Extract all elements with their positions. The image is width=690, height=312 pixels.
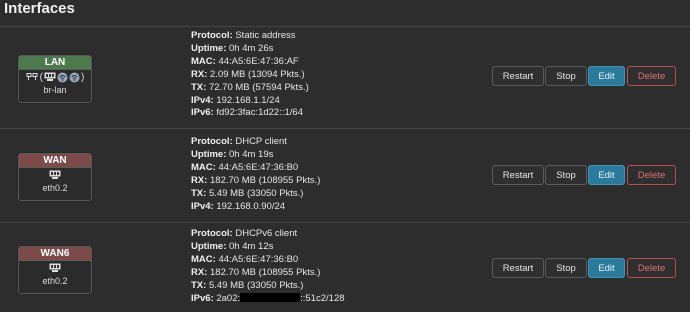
interface-name: LAN bbox=[19, 56, 91, 70]
ipv4-label: IPv4: bbox=[191, 200, 214, 212]
stop-button[interactable]: Stop bbox=[545, 258, 587, 278]
mac-value: 44:A5:6E:47:36:B0 bbox=[218, 161, 299, 173]
mac-value: 44:A5:6E:47:36:AF bbox=[218, 55, 299, 67]
tx-value: 72.70 MB (57594 Pkts.) bbox=[208, 81, 309, 93]
interface-name: WAN bbox=[19, 154, 91, 168]
port-icon bbox=[49, 263, 61, 275]
ipv6-label: IPv6: bbox=[191, 107, 214, 119]
mac-label: MAC: bbox=[191, 55, 216, 67]
tx-value: 5.49 MB (33050 Pkts.) bbox=[208, 187, 304, 199]
rx-label: RX: bbox=[191, 174, 208, 186]
uptime-label: Uptime: bbox=[191, 42, 227, 54]
interface-status-wan6: Protocol: DHCPv6 client Uptime: 0h 4m 12… bbox=[191, 228, 345, 305]
port-icon bbox=[44, 72, 56, 84]
protocol-value: DHCP client bbox=[235, 136, 287, 147]
delete-button[interactable]: Delete bbox=[627, 165, 676, 185]
rx-value: 2.09 MB (13094 Pkts.) bbox=[210, 68, 305, 80]
mac-label: MAC: bbox=[191, 161, 216, 173]
restart-button[interactable]: Restart bbox=[492, 165, 544, 185]
protocol-label: Protocol: bbox=[191, 30, 233, 41]
interface-device: eth0.2 bbox=[42, 276, 68, 286]
interface-name: WAN6 bbox=[19, 247, 91, 261]
mac-value: 44:A5:6E:47:36:B0 bbox=[218, 253, 299, 265]
uptime-value: 0h 4m 19s bbox=[229, 148, 274, 160]
uptime-label: Uptime: bbox=[191, 240, 227, 252]
ipv4-label: IPv4: bbox=[191, 94, 214, 106]
tx-value: 5.49 MB (33050 Pkts.) bbox=[208, 279, 304, 291]
rx-label: RX: bbox=[191, 68, 208, 80]
tx-label: TX: bbox=[191, 187, 207, 199]
rx-value: 182.70 MB (108955 Pkts.) bbox=[210, 174, 321, 186]
wifi-icon bbox=[69, 72, 80, 85]
stop-button[interactable]: Stop bbox=[545, 66, 587, 86]
row-divider bbox=[0, 222, 690, 223]
uptime-value: 0h 4m 12s bbox=[229, 240, 274, 252]
ipv4-value: 192.168.1.1/24 bbox=[216, 94, 280, 106]
edit-button[interactable]: Edit bbox=[588, 165, 625, 185]
interface-badge-lan[interactable]: LAN ( ) br-lan bbox=[18, 55, 92, 103]
uptime-value: 0h 4m 26s bbox=[229, 42, 274, 54]
page-title: Interfaces bbox=[4, 0, 75, 17]
restart-button[interactable]: Restart bbox=[492, 258, 544, 278]
row-divider bbox=[0, 26, 690, 27]
tx-label: TX: bbox=[191, 279, 207, 291]
uptime-label: Uptime: bbox=[191, 148, 227, 160]
interface-badge-wan6[interactable]: WAN6 eth0.2 bbox=[18, 246, 92, 294]
mac-label: MAC: bbox=[191, 253, 216, 265]
interface-status-lan: Protocol: Static address Uptime: 0h 4m 2… bbox=[191, 30, 309, 120]
delete-button[interactable]: Delete bbox=[627, 258, 676, 278]
row-divider bbox=[0, 128, 690, 129]
wifi-icon bbox=[57, 72, 68, 85]
protocol-label: Protocol: bbox=[191, 228, 233, 239]
interface-device: eth0.2 bbox=[42, 183, 68, 193]
delete-button[interactable]: Delete bbox=[627, 66, 676, 86]
tx-label: TX: bbox=[191, 81, 207, 93]
rx-value: 182.70 MB (108955 Pkts.) bbox=[210, 266, 321, 278]
ipv6-value-prefix: 2a02: bbox=[216, 292, 241, 304]
rx-label: RX: bbox=[191, 266, 208, 278]
interface-device: br-lan bbox=[43, 85, 67, 95]
restart-button[interactable]: Restart bbox=[492, 66, 544, 86]
ipv6-label: IPv6: bbox=[191, 292, 214, 304]
protocol-label: Protocol: bbox=[191, 136, 233, 147]
interface-status-wan: Protocol: DHCP client Uptime: 0h 4m 19s … bbox=[191, 136, 320, 213]
bridge-icon bbox=[26, 72, 39, 84]
edit-button[interactable]: Edit bbox=[588, 66, 625, 86]
interface-badge-wan[interactable]: WAN eth0.2 bbox=[18, 153, 92, 201]
protocol-value: DHCPv6 client bbox=[235, 228, 298, 239]
redaction-bar bbox=[240, 292, 301, 302]
stop-button[interactable]: Stop bbox=[545, 165, 587, 185]
ipv6-value-suffix: ::51c2/128 bbox=[300, 292, 345, 304]
edit-button[interactable]: Edit bbox=[588, 258, 625, 278]
port-icon bbox=[49, 170, 61, 182]
ipv6-value: fd92:3fac:1d22::1/64 bbox=[216, 107, 303, 119]
ipv4-value: 192.168.0.90/24 bbox=[216, 200, 286, 212]
protocol-value: Static address bbox=[235, 30, 296, 41]
